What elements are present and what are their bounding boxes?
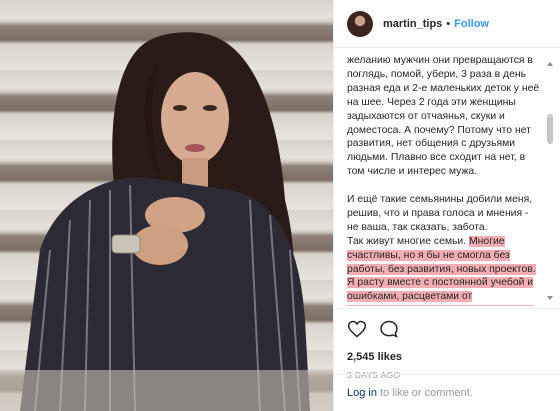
caption-plain-text: Так живут многие семьи. (347, 235, 467, 247)
caption-scrollbar[interactable] (547, 62, 553, 300)
comment-bar: Log in to like or comment. (334, 374, 560, 411)
post-caption: желанию мужчин они превращаются в погляд… (347, 54, 542, 306)
scroll-up-arrow-icon[interactable] (547, 62, 553, 66)
photo-illustration (0, 32, 333, 411)
scroll-thumb[interactable] (547, 114, 553, 144)
caption-paragraph-1: желанию мужчин они превращаются в погляд… (347, 55, 540, 178)
heart-icon[interactable] (347, 319, 367, 339)
avatar[interactable] (347, 10, 373, 37)
username-link[interactable]: martin_tips (383, 18, 442, 30)
likes-count[interactable]: 2,545 likes (347, 351, 548, 363)
separator-dot: • (446, 17, 451, 30)
post-photo[interactable] (0, 0, 333, 411)
scroll-down-arrow-icon[interactable] (547, 296, 553, 300)
caption-paragraph-3: Так живут многие семьи. Многие счастливы… (347, 235, 542, 306)
comment-icon[interactable] (379, 319, 399, 339)
post-header: martin_tips • Follow (334, 0, 560, 48)
action-icons (347, 319, 548, 339)
login-link[interactable]: Log in (347, 387, 377, 399)
post-actions: 2,545 likes 3 DAYS AGO (334, 308, 560, 380)
follow-button[interactable]: Follow (454, 18, 489, 30)
post-panel: martin_tips • Follow желанию мужчин они … (333, 0, 560, 411)
caption-paragraph-2: И ещё такие семьянины добили меня, решив… (347, 194, 533, 233)
comment-bar-text: to like or comment. (379, 387, 473, 399)
